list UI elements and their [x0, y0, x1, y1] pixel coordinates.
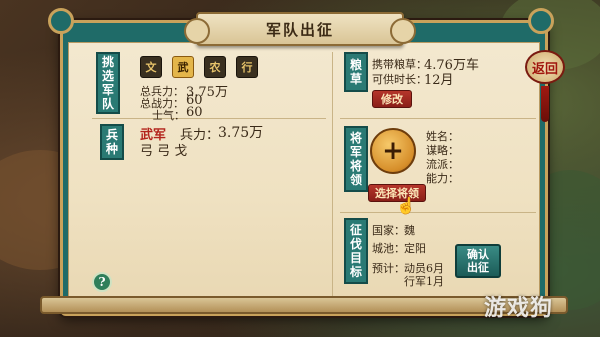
expedition-city-value: 定阳	[404, 242, 426, 255]
expedition-country-label: 国家：	[372, 224, 405, 237]
label-char: 军	[101, 83, 114, 97]
label-char: 将	[349, 131, 362, 145]
army-badge-wu[interactable]: 武	[172, 56, 194, 78]
army-badge-xing[interactable]: 行	[236, 56, 258, 78]
tassel-decoration	[541, 86, 549, 122]
label-char: 军	[349, 145, 362, 159]
label-char: 将	[349, 159, 362, 173]
section-label-army: 挑 选 军 队	[96, 52, 120, 114]
section-label-supplies: 粮 草	[344, 52, 368, 92]
confirm-line2: 出征	[467, 261, 489, 274]
label-char: 伐	[349, 237, 362, 251]
hand-pointer-icon: ☝	[396, 196, 416, 215]
label-char: 队	[101, 97, 114, 111]
confirm-expedition-button[interactable]: 确认 出征	[455, 244, 501, 278]
expedition-march-value: 行军1月	[404, 275, 444, 288]
army-badge-wen[interactable]: 文	[140, 56, 162, 78]
label-char: 挑	[101, 55, 114, 69]
morale-label: 士气：	[152, 109, 185, 122]
supplies-duration-label: 可供时长：	[372, 73, 427, 86]
label-char: 粮	[349, 58, 362, 72]
modify-supplies-button[interactable]: 修改	[372, 90, 412, 108]
troop-units: 弓 弓 戈	[140, 144, 188, 159]
supplies-carried-label: 携带粮草：	[372, 58, 427, 71]
troop-type-troops-value: 3.75万	[218, 125, 264, 141]
army-badge-nong[interactable]: 农	[204, 56, 226, 78]
general-ability-label: 能力：	[426, 172, 459, 185]
frame-corner-ornament	[48, 8, 74, 34]
page-title: 军队出征	[265, 20, 334, 39]
label-char: 目	[349, 251, 362, 265]
label-char: 草	[349, 72, 362, 86]
label-char: 兵	[105, 128, 118, 142]
expedition-city-label: 城池：	[372, 242, 405, 255]
label-char: 标	[349, 265, 362, 279]
title-plate: 军队出征	[184, 12, 416, 46]
morale-value: 60	[186, 105, 203, 120]
section-label-expedition: 征 伐 目 标	[344, 218, 368, 284]
label-char: 选	[101, 69, 114, 83]
help-button[interactable]: ?	[92, 272, 112, 292]
question-icon: ?	[98, 275, 106, 289]
label-char: 领	[349, 173, 362, 187]
expedition-country-value: 魏	[404, 224, 415, 237]
row-divider	[340, 118, 536, 119]
row-divider	[340, 212, 536, 213]
section-label-general: 将 军 将 领	[344, 126, 368, 192]
confirm-line1: 确认	[467, 248, 489, 261]
column-divider	[332, 52, 333, 298]
plus-icon: +	[382, 136, 404, 166]
label-char: 种	[105, 142, 118, 156]
label-char: 征	[349, 223, 362, 237]
add-general-button[interactable]: +	[370, 128, 416, 174]
section-label-troop-type: 兵 种	[100, 124, 124, 160]
return-button[interactable]: 返回	[525, 50, 565, 84]
supplies-duration-value: 12月	[424, 73, 454, 88]
watermark-logo: 游戏狗	[484, 295, 554, 321]
row-divider	[92, 118, 326, 119]
frame-corner-ornament	[528, 8, 554, 34]
expedition-estimate-label: 预计：	[372, 262, 405, 275]
